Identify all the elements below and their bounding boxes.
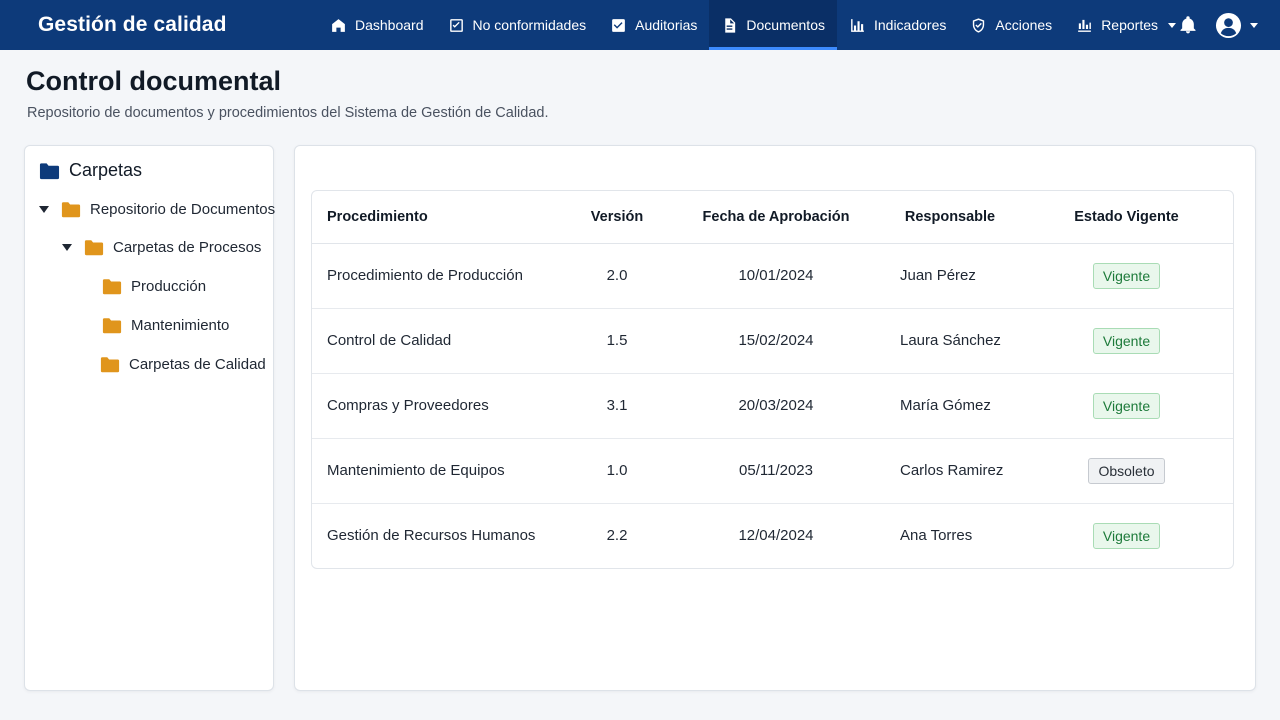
nav-reportes[interactable]: Reportes (1064, 0, 1188, 50)
folder-icon (102, 318, 122, 334)
cell-responsable: Laura Sánchez (880, 308, 1020, 374)
documents-table-card: Procedimiento Versión Fecha de Aprobació… (311, 190, 1234, 569)
table-row[interactable]: Compras y Proveedores 3.1 20/03/2024 Mar… (312, 373, 1233, 439)
cell-estado: Vigente (1020, 373, 1233, 439)
nav-label: Dashboard (355, 17, 424, 33)
nav-acciones[interactable]: Acciones (958, 0, 1064, 50)
folder-icon (84, 240, 104, 256)
status-badge: Vigente (1092, 262, 1161, 289)
cell-responsable: María Gómez (880, 373, 1020, 439)
folders-heading-label: Carpetas (69, 160, 143, 180)
folders-panel: Carpetas Repositorio de Documentos Carpe… (24, 145, 275, 691)
tree-item-label: Producción (131, 278, 207, 295)
clipboard-check-icon (612, 18, 625, 32)
cell-procedimiento: Compras y Proveedores (312, 373, 562, 439)
document-icon (725, 17, 736, 33)
status-badge: Vigente (1092, 522, 1161, 549)
cell-fecha: 05/11/2023 (672, 438, 880, 504)
nav-dashboard[interactable]: Dashboard (318, 0, 436, 50)
tree-item-label: Carpetas de Calidad (129, 356, 266, 373)
report-chart-icon (1078, 19, 1092, 32)
cell-version: 2.2 (606, 527, 628, 545)
checkbox-icon (449, 18, 463, 32)
nav-label: Auditorias (635, 17, 698, 33)
cell-estado: Vigente (1020, 503, 1233, 568)
column-header-responsable[interactable]: Responsable (880, 191, 1020, 244)
table-header-row: Procedimiento Versión Fecha de Aprobació… (312, 191, 1233, 244)
page-title: Control documental (26, 66, 281, 96)
cell-procedimiento: Mantenimiento de Equipos (312, 438, 562, 504)
tree-item-label: Carpetas de Procesos (113, 239, 262, 256)
tree-item-repositorio[interactable]: Repositorio de Documentos (39, 201, 275, 218)
nav-label: Acciones (995, 17, 1053, 33)
table-row[interactable]: Mantenimiento de Equipos 1.0 05/11/2023 … (312, 438, 1233, 504)
nav-label: No conformidades (472, 17, 587, 33)
bell-icon (1180, 16, 1196, 34)
cell-fecha: 12/04/2024 (738, 527, 814, 545)
notifications-button[interactable] (1178, 15, 1198, 35)
cell-fecha: 10/01/2024 (672, 243, 880, 309)
cell-version: 2.0 (562, 243, 672, 309)
cell-procedimiento: Procedimiento de Producción (312, 243, 562, 309)
top-navbar: Gestión de calidad Dashboard No conformi… (0, 0, 1280, 50)
column-header-procedimiento[interactable]: Procedimiento (312, 191, 562, 244)
nav-documentos[interactable]: Documentos (709, 0, 837, 50)
folders-heading: Carpetas (39, 160, 142, 181)
nav-label: Documentos (746, 17, 825, 33)
status-badge: Vigente (1092, 327, 1161, 354)
cell-procedimiento: Gestión de Recursos Humanos (327, 527, 536, 545)
status-badge: Vigente (1092, 392, 1161, 419)
cell-fecha: 15/02/2024 (672, 308, 880, 374)
tree-item-procesos[interactable]: Carpetas de Procesos (62, 239, 261, 256)
table-row[interactable]: Gestión de Recursos Humanos 2.2 12/04/20… (312, 503, 1233, 568)
home-icon (332, 18, 345, 32)
user-menu-button[interactable] (1215, 12, 1258, 39)
documents-table: Procedimiento Versión Fecha de Aprobació… (312, 191, 1233, 568)
chevron-down-icon (1250, 23, 1258, 28)
cell-version: 3.1 (562, 373, 672, 439)
folder-icon (102, 279, 122, 295)
folder-icon (39, 162, 60, 179)
cell-responsable: Juan Pérez (880, 243, 1020, 309)
column-header-version[interactable]: Versión (562, 191, 672, 244)
cell-responsable: Ana Torres (900, 527, 973, 545)
folder-icon (100, 357, 120, 373)
cell-responsable: Carlos Ramirez (880, 438, 1020, 504)
tree-item-label: Mantenimiento (131, 317, 230, 334)
nav-indicadores[interactable]: Indicadores (837, 0, 958, 50)
cell-version: 1.5 (562, 308, 672, 374)
documents-panel: Procedimiento Versión Fecha de Aprobació… (294, 145, 1256, 691)
nav-no-conformidades[interactable]: No conformidades (436, 0, 599, 50)
table-row[interactable]: Procedimiento de Producción 2.0 10/01/20… (312, 243, 1233, 309)
user-avatar-icon (1215, 12, 1242, 39)
column-header-estado[interactable]: Estado Vigente (1020, 191, 1233, 244)
app-brand[interactable]: Gestión de calidad (38, 0, 227, 50)
cell-estado: Obsoleto (1020, 438, 1233, 504)
cell-version: 1.0 (562, 438, 672, 504)
nav-auditorias[interactable]: Auditorias (598, 0, 709, 50)
chevron-down-icon (1168, 22, 1176, 28)
tree-item-produccion[interactable]: Producción (102, 278, 206, 295)
tree-item-mantenimiento[interactable]: Mantenimiento (102, 317, 229, 334)
page-subtitle: Repositorio de documentos y procedimient… (27, 105, 549, 121)
cell-estado: Vigente (1020, 308, 1233, 374)
table-row[interactable]: Control de Calidad 1.5 15/02/2024 Laura … (312, 308, 1233, 374)
bar-chart-icon (851, 18, 864, 32)
cell-estado: Vigente (1020, 243, 1233, 309)
nav-label: Indicadores (873, 17, 947, 33)
folder-icon (61, 202, 81, 218)
expand-caret-icon[interactable] (39, 206, 49, 213)
cell-fecha: 20/03/2024 (672, 373, 880, 439)
tree-item-calidad[interactable]: Carpetas de Calidad (100, 356, 266, 373)
column-header-fecha[interactable]: Fecha de Aprobación (672, 191, 880, 244)
status-badge: Obsoleto (1088, 457, 1165, 484)
expand-caret-icon[interactable] (62, 244, 72, 251)
shield-check-icon (973, 17, 985, 33)
tree-item-label: Repositorio de Documentos (90, 201, 276, 218)
main-nav: Dashboard No conformidades Auditorias Do… (318, 0, 1188, 50)
nav-label: Reportes (1101, 17, 1158, 33)
cell-procedimiento: Control de Calidad (312, 308, 562, 374)
